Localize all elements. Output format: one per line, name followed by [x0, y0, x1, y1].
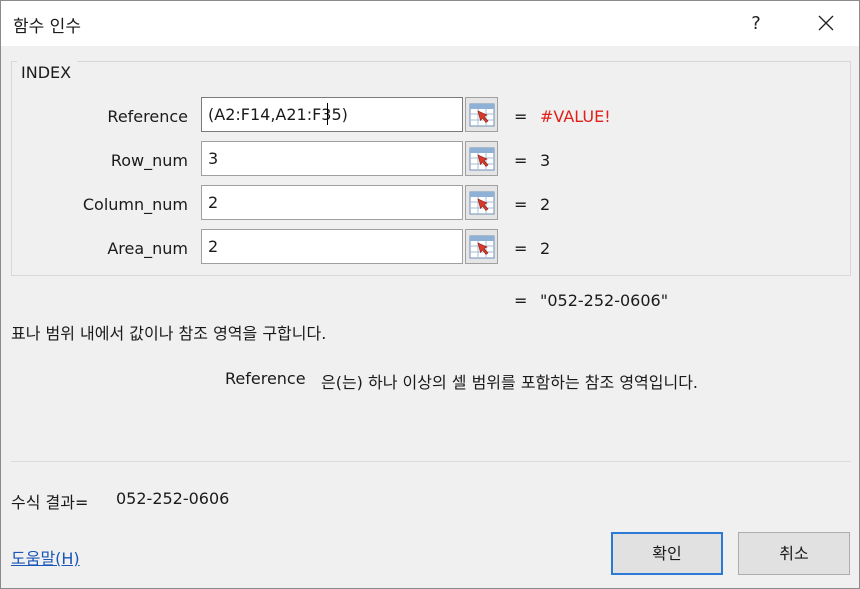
help-link[interactable]: 도움말(H) — [11, 545, 80, 569]
row-num-input-value: 3 — [208, 149, 219, 168]
reference-range-button[interactable] — [465, 97, 498, 132]
range-select-icon — [469, 191, 495, 215]
close-button[interactable] — [803, 1, 849, 46]
equals-sign: = — [514, 239, 528, 258]
argument-description-name: Reference — [225, 369, 306, 388]
row-num-input[interactable]: 3 — [201, 141, 463, 176]
area-num-result: 2 — [540, 239, 551, 258]
formula-result-label: 수식 결과= — [11, 493, 89, 512]
equals-sign: = — [514, 195, 528, 214]
arg-label-reference: Reference — [107, 107, 188, 126]
column-num-range-button[interactable] — [465, 185, 498, 220]
cancel-button[interactable]: 취소 — [738, 532, 850, 575]
range-select-icon — [469, 103, 495, 127]
column-num-input-value: 2 — [208, 193, 219, 212]
area-num-range-button[interactable] — [465, 229, 498, 264]
arg-label-area-num: Area_num — [107, 239, 188, 258]
help-button[interactable]: ? — [735, 1, 777, 46]
formula-result-value: 052-252-0606 — [116, 489, 230, 508]
range-select-icon — [469, 235, 495, 259]
equals-sign: = — [514, 291, 528, 310]
close-icon — [818, 15, 834, 31]
function-description: 표나 범위 내에서 값이나 참조 영역을 구합니다. — [11, 324, 327, 343]
area-num-input-value: 2 — [208, 237, 219, 256]
function-name: INDEX — [21, 63, 72, 82]
function-arguments-dialog: 함수 인수 ? INDEX Reference (A2:F14,A21:F35)… — [0, 0, 860, 589]
reference-input[interactable]: (A2:F14,A21:F35) — [201, 97, 463, 132]
row-num-result: 3 — [540, 151, 551, 170]
function-overall-result: "052-252-0606" — [540, 291, 669, 310]
equals-sign: = — [514, 107, 528, 126]
range-select-icon — [469, 147, 495, 171]
separator — [11, 461, 851, 462]
column-num-result: 2 — [540, 195, 551, 214]
row-num-range-button[interactable] — [465, 141, 498, 176]
title-bar[interactable]: 함수 인수 ? — [1, 1, 859, 46]
arg-label-row-num: Row_num — [110, 151, 188, 170]
reference-result: #VALUE! — [540, 107, 611, 126]
ok-button[interactable]: 확인 — [611, 532, 723, 575]
text-caret — [327, 103, 328, 125]
arg-label-column-num: Column_num — [82, 195, 188, 214]
column-num-input[interactable]: 2 — [201, 185, 463, 220]
area-num-input[interactable]: 2 — [201, 229, 463, 264]
argument-description-text: 은(는) 하나 이상의 셀 범위를 포함하는 참조 영역입니다. — [321, 373, 699, 392]
equals-sign: = — [514, 151, 528, 170]
dialog-title: 함수 인수 — [13, 17, 81, 37]
